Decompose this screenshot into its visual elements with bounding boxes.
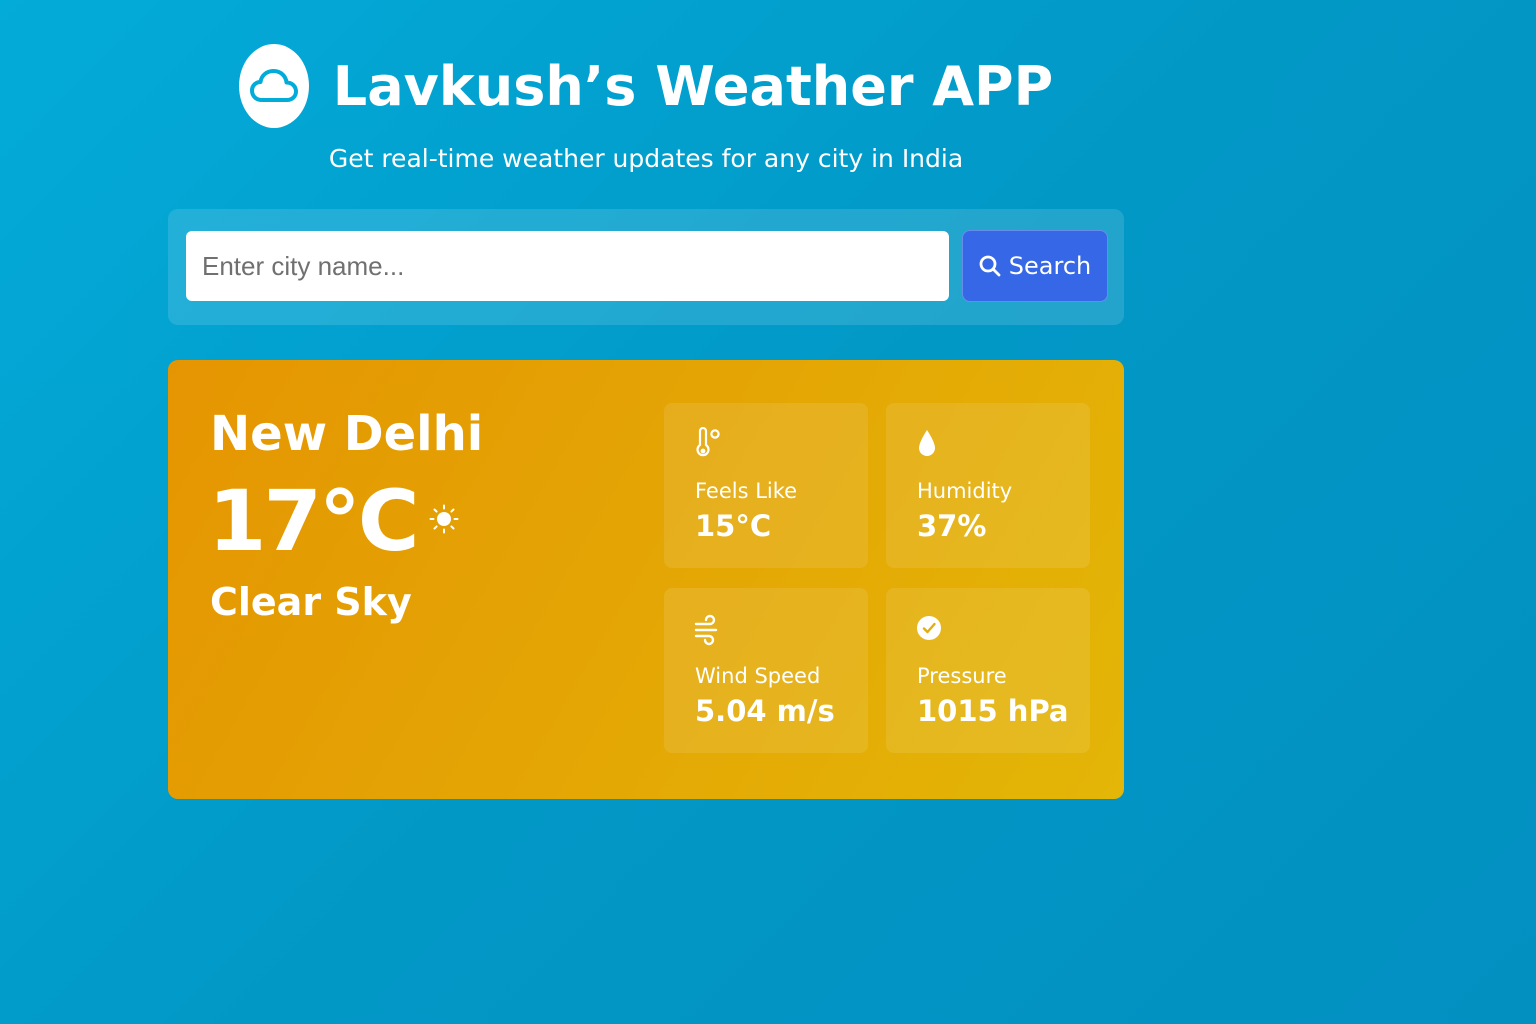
droplet-icon bbox=[919, 430, 935, 456]
sun-icon bbox=[429, 504, 459, 534]
stat-pressure: Pressure 1015 hPa bbox=[886, 588, 1090, 753]
stat-humidity: Humidity 37% bbox=[886, 403, 1090, 568]
search-button-label: Search bbox=[1008, 252, 1092, 280]
feels-like-value: 15°C bbox=[695, 509, 772, 543]
wind-icon bbox=[694, 614, 718, 646]
city-search-input[interactable] bbox=[186, 231, 949, 301]
stat-wind-speed: Wind Speed 5.04 m/s bbox=[664, 588, 868, 753]
weather-card: New Delhi 17°C Clear Sky Feels Like 15°C bbox=[168, 360, 1124, 799]
feels-like-label: Feels Like bbox=[695, 479, 798, 503]
city-name: New Delhi bbox=[210, 406, 484, 462]
temperature-row: 17°C bbox=[208, 472, 459, 570]
title-row: Lavkush’s Weather APP bbox=[168, 40, 1124, 132]
wind-speed-value: 5.04 m/s bbox=[695, 694, 835, 728]
cloud-icon bbox=[249, 69, 298, 102]
header: Lavkush’s Weather APP Get real-time weat… bbox=[168, 40, 1124, 173]
stat-feels-like: Feels Like 15°C bbox=[664, 403, 868, 568]
temperature: 17°C bbox=[208, 472, 420, 570]
app-title: Lavkush’s Weather APP bbox=[332, 54, 1054, 118]
search-panel: Search bbox=[168, 209, 1124, 325]
weather-condition: Clear Sky bbox=[210, 580, 412, 624]
logo bbox=[238, 44, 309, 128]
wind-speed-label: Wind Speed bbox=[695, 664, 821, 688]
app-subtitle: Get real-time weather updates for any ci… bbox=[328, 144, 964, 173]
gauge-check-icon bbox=[917, 616, 941, 640]
search-button[interactable]: Search bbox=[962, 230, 1108, 302]
search-icon bbox=[979, 255, 1001, 277]
humidity-value: 37% bbox=[917, 509, 987, 543]
pressure-label: Pressure bbox=[917, 664, 1007, 688]
thermometer-icon bbox=[696, 427, 720, 457]
humidity-label: Humidity bbox=[917, 479, 1013, 503]
pressure-value: 1015 hPa bbox=[917, 694, 1069, 728]
